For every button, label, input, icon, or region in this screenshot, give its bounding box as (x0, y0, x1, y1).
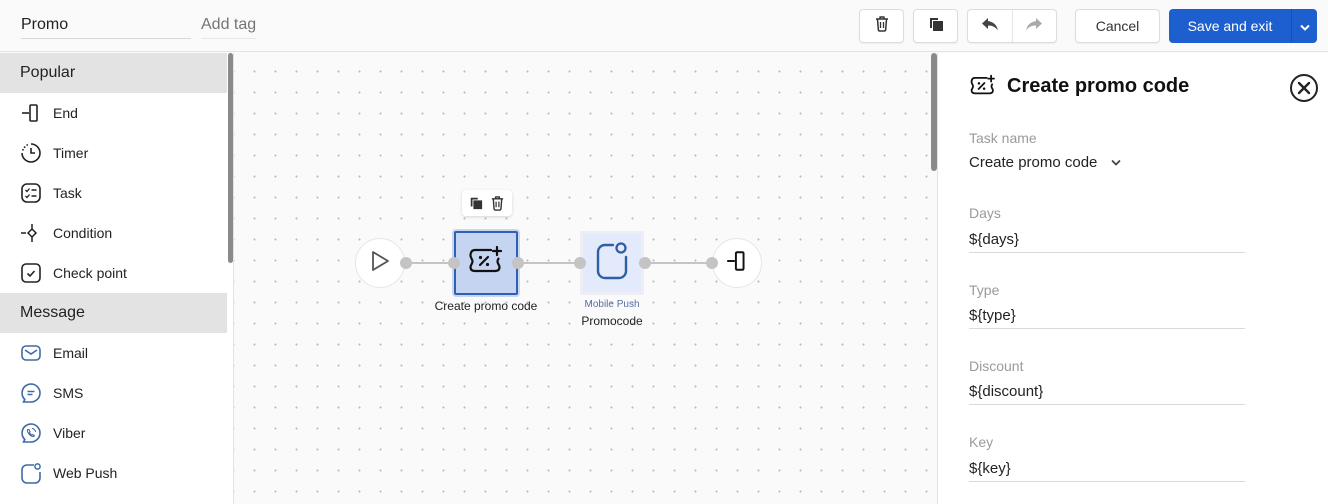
end-node[interactable] (712, 238, 762, 288)
input-port[interactable] (448, 257, 460, 269)
redo-button[interactable] (1011, 10, 1056, 42)
type-input[interactable] (969, 303, 1245, 329)
connector-line (516, 262, 580, 264)
palette-item-end[interactable]: End (0, 93, 227, 133)
palette-item-email[interactable]: Email (0, 333, 227, 373)
node-delete-button[interactable] (490, 195, 505, 211)
email-icon (20, 342, 42, 364)
top-toolbar: Cancel Save and exit (0, 0, 1328, 52)
cancel-button[interactable]: Cancel (1075, 9, 1160, 43)
delete-button[interactable] (859, 9, 904, 43)
undo-button[interactable] (968, 10, 1012, 42)
mobile-push-node[interactable] (580, 231, 644, 295)
output-port[interactable] (400, 257, 412, 269)
palette-item-timer[interactable]: Timer (0, 133, 227, 173)
palette-item-task[interactable]: Task (0, 173, 227, 213)
palette-item-condition[interactable]: Condition (0, 213, 227, 253)
section-popular[interactable]: Popular (0, 53, 227, 93)
redo-icon (1025, 17, 1043, 36)
connector-line (644, 262, 712, 264)
palette-item-web-push[interactable]: Web Push (0, 453, 227, 493)
node-type-label: Mobile Push (584, 299, 640, 310)
add-tag-input[interactable] (201, 12, 256, 39)
condition-icon (20, 222, 42, 244)
end-icon (725, 249, 749, 278)
task-name-select[interactable]: Create promo code (969, 154, 1122, 171)
type-label: Type (969, 282, 1000, 298)
node-label: Promocode (581, 314, 643, 328)
days-input[interactable] (969, 227, 1245, 253)
output-port[interactable] (639, 257, 651, 269)
palette-item-label: SMS (53, 385, 84, 401)
discount-label: Discount (969, 358, 1024, 374)
element-palette: Popular End Timer Task Condition Check p… (0, 53, 234, 504)
copy-icon (469, 196, 483, 210)
palette-item-viber[interactable]: Viber (0, 413, 227, 453)
node-copy-button[interactable] (469, 196, 483, 210)
trash-icon (874, 15, 890, 37)
task-name-label: Task name (969, 130, 1037, 146)
trash-icon (490, 195, 505, 211)
palette-item-label: Task (53, 185, 82, 201)
connector-line (406, 262, 454, 264)
properties-panel: Create promo code Task name Create promo… (937, 53, 1328, 504)
checkpoint-icon (20, 262, 42, 284)
sidebar-scrollbar[interactable] (228, 53, 233, 263)
promo-code-icon (969, 74, 997, 103)
palette-item-label: End (53, 105, 78, 121)
task-name-value: Create promo code (969, 154, 1098, 171)
copy-button[interactable] (913, 9, 958, 43)
campaign-name-input[interactable] (21, 12, 191, 39)
chevron-down-icon (1111, 159, 1122, 166)
play-icon (370, 250, 390, 277)
key-label: Key (969, 434, 994, 450)
output-port[interactable] (512, 257, 524, 269)
web-push-icon (20, 462, 42, 484)
viber-icon (20, 422, 42, 444)
palette-item-label: Email (53, 345, 89, 361)
end-icon (20, 102, 42, 124)
undo-redo-group (967, 9, 1057, 43)
mobile-push-icon (595, 241, 629, 286)
palette-item-label: Timer (53, 145, 89, 161)
node-toolbar (462, 190, 512, 216)
chevron-down-icon (1299, 18, 1310, 34)
timer-icon (20, 142, 42, 164)
key-input[interactable] (969, 456, 1245, 482)
save-options-dropdown[interactable] (1291, 9, 1317, 43)
discount-input[interactable] (969, 379, 1245, 405)
palette-item-label: Condition (53, 225, 113, 241)
input-port[interactable] (706, 257, 718, 269)
palette-item-label: Viber (53, 425, 86, 441)
save-and-exit-split-button: Save and exit (1169, 9, 1317, 43)
input-port[interactable] (574, 257, 586, 269)
flow-canvas[interactable]: Create promo code Mobile Push Promocode (234, 53, 937, 504)
palette-item-label: Web Push (53, 465, 118, 481)
palette-item-check-point[interactable]: Check point (0, 253, 227, 293)
create-promo-code-node[interactable] (454, 231, 518, 295)
copy-icon (928, 16, 944, 37)
start-node[interactable] (355, 238, 405, 288)
section-message[interactable]: Message (0, 293, 227, 333)
undo-icon (981, 17, 999, 36)
task-icon (20, 182, 42, 204)
promo-code-icon (467, 245, 505, 282)
node-label: Create promo code (434, 299, 538, 313)
palette-item-sms[interactable]: SMS (0, 373, 227, 413)
days-label: Days (969, 205, 1001, 221)
palette-item-label: Check point (53, 265, 127, 281)
save-and-exit-button[interactable]: Save and exit (1169, 9, 1291, 43)
sms-icon (20, 382, 42, 404)
close-icon (1289, 74, 1319, 107)
close-panel-button[interactable] (1289, 73, 1319, 108)
panel-title: Create promo code (1007, 75, 1190, 97)
